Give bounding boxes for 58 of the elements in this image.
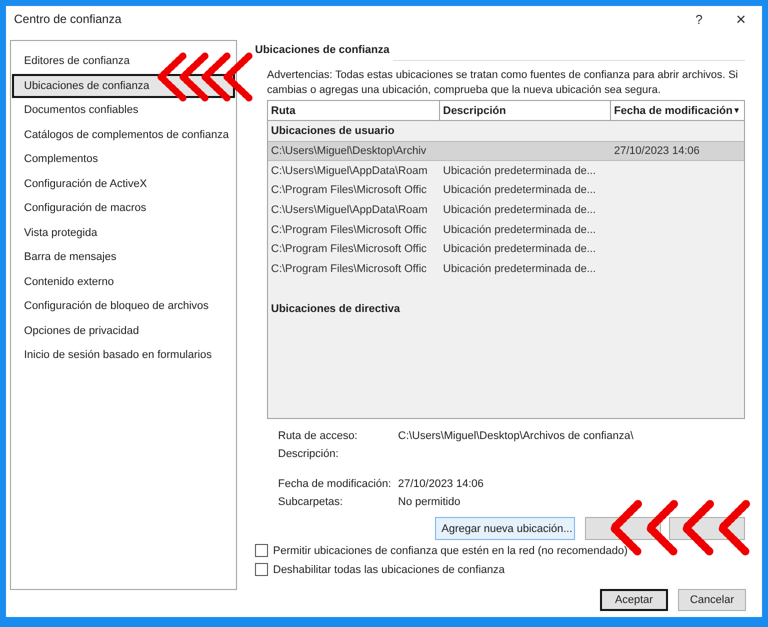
sort-caret-icon: ▼ xyxy=(732,106,741,115)
detail-value: 27/10/2023 14:06 xyxy=(398,478,484,490)
sidebar-item[interactable]: Catálogos de complementos de confianza xyxy=(12,122,235,147)
table-cell: 27/10/2023 14:06 xyxy=(614,144,700,157)
sidebar-item[interactable]: Barra de mensajes xyxy=(12,245,235,270)
table-row[interactable]: C:\Users\Miguel\Desktop\Archiv 27/10/2023 14:06 xyxy=(268,141,744,161)
table-row[interactable]: C:\Users\Miguel\AppData\Roam Ubicación predeterminada de... xyxy=(268,200,744,220)
warning-text: Advertencias: Todas estas ubicaciones se tratan como fuentes de confianza para abrir archivos. Si cambias o agregas una ubicación, comprueba que la nueva ubicación sea segura. xyxy=(267,68,739,98)
table-cell: C:\Users\Miguel\AppData\Roam xyxy=(271,164,428,177)
sidebar-item[interactable]: Configuración de bloqueo de archivos xyxy=(12,294,235,318)
sidebar-item[interactable]: Contenido externo xyxy=(12,270,235,294)
table-cell: Ubicación predeterminada de... xyxy=(443,164,596,177)
table-cell: Ubicación predeterminada de... xyxy=(443,204,596,216)
sidebar-item[interactable]: Opciones de privacidad xyxy=(12,318,235,343)
detail-value: C:\Users\Miguel\Desktop\Archivos de confianza\ xyxy=(398,430,634,442)
sidebar-item[interactable]: Configuración de macros xyxy=(12,196,235,220)
detail-label: Ruta de acceso: xyxy=(278,430,358,442)
group-header: Ubicaciones de usuario xyxy=(271,125,394,137)
table-row[interactable]: C:\Program Files\Microsoft Offic Ubicación predeterminada de... xyxy=(268,259,744,279)
detail-label: Fecha de modificación: xyxy=(278,478,392,490)
sidebar-item[interactable]: Complementos xyxy=(12,147,235,172)
table-cell: Ubicación predeterminada de... xyxy=(443,224,596,236)
checkbox-label: Deshabilitar todas las ubicaciones de confianza xyxy=(273,564,505,576)
table-cell: Ubicación predeterminada de... xyxy=(443,243,596,256)
dialog-button[interactable]: Cancelar xyxy=(678,589,746,611)
column-header[interactable]: Fecha de modificación▼ xyxy=(611,101,744,121)
table-cell: C:\Program Files\Microsoft Offic xyxy=(271,184,427,196)
column-header[interactable]: Ruta xyxy=(268,101,440,121)
detail-label: Subcarpetas: xyxy=(278,496,344,508)
sidebar-item[interactable]: Documentos confiables xyxy=(12,98,235,122)
table-cell: Ubicación predeterminada de... xyxy=(443,262,596,275)
dialog-button[interactable]: Aceptar xyxy=(600,589,668,611)
table-row[interactable]: C:\Program Files\Microsoft Offic Ubicación predeterminada de... xyxy=(268,220,744,240)
group-header: Ubicaciones de directiva xyxy=(271,302,400,315)
sidebar-item[interactable]: Vista protegida xyxy=(12,220,235,245)
table-row[interactable]: C:\Users\Miguel\AppData\Roam Ubicación predeterminada de... xyxy=(268,160,744,180)
checkbox[interactable] xyxy=(255,563,268,576)
sidebar-item[interactable]: Inicio de sesión basado en formularios xyxy=(12,343,235,368)
sidebar-item[interactable]: Configuración de ActiveX xyxy=(12,172,235,196)
table-row[interactable]: C:\Program Files\Microsoft Offic Ubicación predeterminada de... xyxy=(268,180,744,200)
add-location-button[interactable]: Agregar nueva ubicación... xyxy=(434,517,575,540)
close-button[interactable]: ✕ xyxy=(720,6,762,32)
table-cell: C:\Program Files\Microsoft Offic xyxy=(271,243,427,256)
help-button[interactable]: ? xyxy=(678,6,720,32)
window-title: Centro de confianza xyxy=(14,12,122,26)
checkbox-label: Permitir ubicaciones de confianza que estén en la red (no recomendado) xyxy=(273,544,628,556)
table-cell: C:\Program Files\Microsoft Offic xyxy=(271,224,427,236)
table-cell: C:\Program Files\Microsoft Offic xyxy=(271,262,427,275)
sidebar-item[interactable]: Editores de confianza xyxy=(12,49,235,74)
detail-value: No permitido xyxy=(398,496,460,508)
checkbox[interactable] xyxy=(255,544,268,557)
detail-label: Descripción: xyxy=(278,448,340,460)
table-cell: C:\Users\Miguel\AppData\Roam xyxy=(271,204,428,216)
table-row[interactable]: C:\Program Files\Microsoft Offic Ubicación predeterminada de... xyxy=(268,239,744,260)
table-cell: Ubicación predeterminada de... xyxy=(443,184,596,196)
column-header[interactable]: Descripción xyxy=(440,101,611,121)
table-cell: C:\Users\Miguel\Desktop\Archiv xyxy=(271,144,426,157)
section-title: Ubicaciones de confianza xyxy=(255,44,390,56)
